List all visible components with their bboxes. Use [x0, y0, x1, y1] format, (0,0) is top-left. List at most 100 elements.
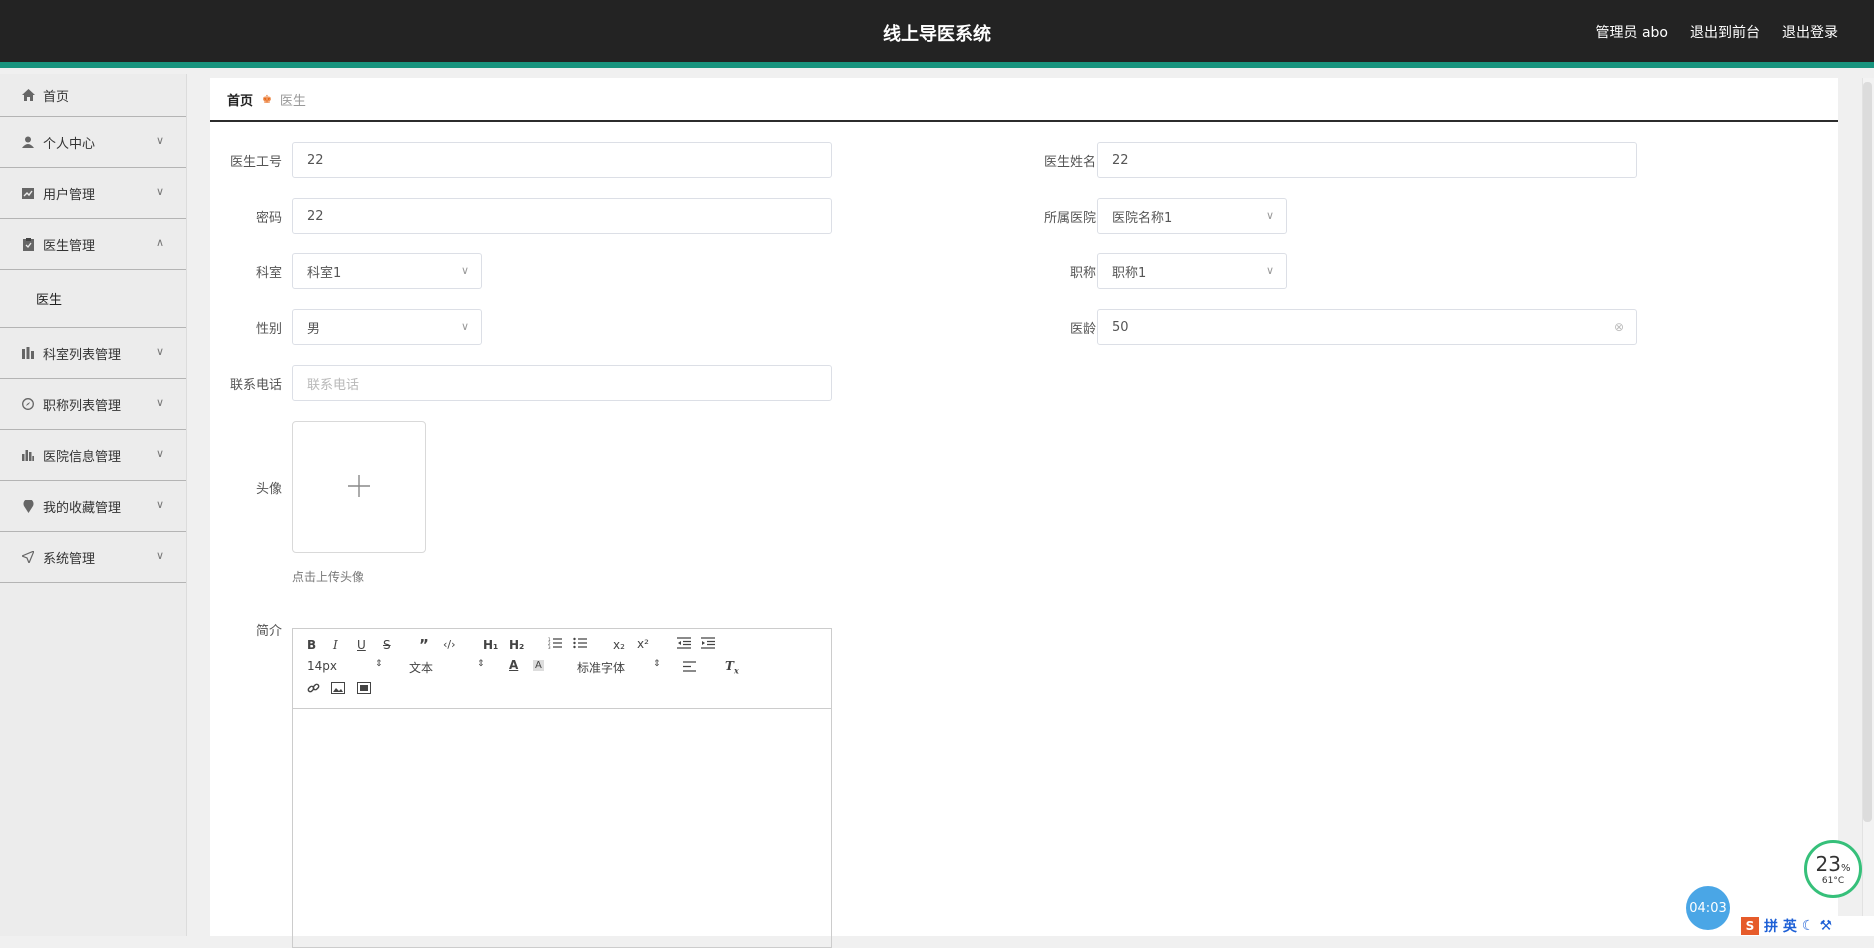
h1-icon[interactable]: H₁ [483, 638, 498, 652]
cpu-unit: % [1840, 863, 1851, 874]
bar-icon [21, 346, 35, 360]
doctor-no-input[interactable]: 22 [292, 142, 832, 178]
pin-icon [21, 499, 35, 513]
sidebar-item-departments[interactable]: 科室列表管理 ∨ [0, 328, 186, 379]
experience-input[interactable]: 50 ⊗ [1097, 309, 1637, 345]
password-input[interactable]: 22 [292, 198, 832, 234]
ordered-list-icon[interactable]: 123 [548, 637, 562, 652]
logout-link[interactable]: 退出登录 [1782, 22, 1838, 42]
compass-icon [21, 397, 35, 411]
font-color-icon[interactable]: A [509, 658, 518, 672]
password-label: 密码 [255, 211, 282, 226]
main-content: 首页 ♚ 医生 医生工号 22 医生姓名 22 密码 22 所属医院 医院名称1… [210, 78, 1838, 948]
ime-toolbar[interactable]: S 拼 英 ☾ ⚒ [1738, 916, 1874, 936]
scrollbar-thumb[interactable] [1863, 82, 1872, 822]
hospital-label: 所属医院 [1043, 211, 1096, 226]
chevron-down-icon: ∨ [155, 498, 164, 511]
font-size-select[interactable]: 14px ⇕ [307, 659, 383, 673]
sidebar: 首页 个人中心 ∨ 用户管理 ∨ 医生管理 ∧ 医生 科室列表管理 ∨ 职称列表… [0, 74, 187, 936]
chevron-up-icon: ∧ [155, 236, 164, 249]
sort-arrows-icon: ⇕ [477, 659, 485, 669]
text-type-value: 文本 [409, 661, 434, 675]
ime-logo-icon: S [1741, 917, 1759, 935]
hospital-select[interactable]: 医院名称1 ∨ [1097, 198, 1287, 234]
send-icon [21, 550, 35, 564]
chevron-down-icon: ∨ [155, 345, 164, 358]
align-icon[interactable] [683, 661, 696, 675]
editor-body[interactable] [293, 709, 831, 947]
breadcrumb: 首页 ♚ 医生 [210, 78, 1838, 122]
department-select[interactable]: 科室1 ∨ [292, 253, 482, 289]
sidebar-item-favorites[interactable]: 我的收藏管理 ∨ [0, 481, 186, 532]
avatar-upload-button[interactable] [292, 421, 426, 553]
sidebar-item-label: 个人中心 [43, 136, 96, 152]
subscript-icon[interactable]: x₂ [613, 638, 625, 652]
phone-label: 联系电话 [229, 378, 282, 393]
svg-text:3: 3 [548, 645, 551, 649]
code-icon[interactable]: ‹/› [443, 638, 456, 651]
strike-icon[interactable]: S [383, 638, 391, 652]
avatar-label: 头像 [255, 482, 282, 497]
header-links: 管理员 abo 退出到前台 退出登录 [1596, 22, 1838, 42]
doctor-no-label: 医生工号 [229, 155, 282, 170]
video-icon[interactable] [357, 682, 371, 697]
breadcrumb-separator-icon: ♚ [262, 92, 272, 106]
clear-icon[interactable]: ⊗ [1614, 320, 1624, 334]
moon-icon: ☾ [1801, 918, 1815, 934]
doctor-name-label: 医生姓名 [1043, 155, 1096, 170]
sidebar-item-personal[interactable]: 个人中心 ∨ [0, 117, 186, 168]
editor-toolbar: B I U S ” ‹/› H₁ H₂ 123 x₂ x² 14px ⇕ 文本 … [293, 629, 831, 709]
plus-icon [348, 470, 370, 505]
blockquote-icon[interactable]: ” [419, 636, 429, 654]
doctor-name-input[interactable]: 22 [1097, 142, 1637, 178]
sidebar-item-users[interactable]: 用户管理 ∨ [0, 168, 186, 219]
chevron-down-icon: ∨ [155, 185, 164, 198]
title-select[interactable]: 职称1 ∨ [1097, 253, 1287, 289]
clear-format-icon[interactable]: Tx [725, 659, 739, 675]
underline-icon[interactable]: U [357, 638, 366, 652]
home-icon [21, 88, 35, 102]
user-icon [21, 135, 35, 149]
image-icon[interactable] [331, 682, 345, 697]
gender-select-value: 男 [307, 321, 321, 337]
chevron-down-icon: ∨ [1265, 264, 1274, 277]
bullet-list-icon[interactable] [573, 637, 587, 652]
sidebar-item-label: 医生管理 [43, 238, 96, 254]
gender-select[interactable]: 男 ∨ [292, 309, 482, 345]
breadcrumb-home[interactable]: 首页 [227, 90, 253, 109]
h2-icon[interactable]: H₂ [509, 638, 524, 652]
sort-arrows-icon: ⇕ [375, 659, 383, 669]
sidebar-item-home[interactable]: 首页 [0, 74, 186, 117]
user-label: 管理员 abo [1595, 25, 1668, 41]
font-size-value: 14px [307, 659, 337, 673]
text-type-select[interactable]: 文本 ⇕ [409, 659, 485, 676]
sidebar-subitem-label: 医生 [36, 293, 63, 308]
front-link[interactable]: 退出到前台 [1690, 22, 1760, 42]
avatar-upload-hint: 点击上传头像 [292, 570, 365, 584]
clock-widget: 04:03 [1686, 886, 1730, 930]
sidebar-item-system[interactable]: 系统管理 ∨ [0, 532, 186, 583]
outdent-icon[interactable] [677, 637, 691, 652]
chevron-down-icon: ∨ [155, 447, 164, 460]
phone-input[interactable]: 联系电话 [292, 365, 832, 401]
title-label: 职称 [1069, 266, 1096, 281]
clipboard-icon [21, 237, 35, 251]
indent-icon[interactable] [701, 637, 715, 652]
font-family-select[interactable]: 标准字体 ⇕ [577, 659, 661, 676]
sidebar-subitem-doctor[interactable]: 医生 [0, 270, 186, 328]
sidebar-item-doctors[interactable]: 医生管理 ∧ [0, 219, 186, 270]
sidebar-item-titles[interactable]: 职称列表管理 ∨ [0, 379, 186, 430]
font-family-value: 标准字体 [577, 661, 626, 675]
superscript-icon[interactable]: x² [637, 637, 649, 651]
department-select-value: 科室1 [307, 265, 342, 281]
sidebar-item-hospitals[interactable]: 医院信息管理 ∨ [0, 430, 186, 481]
wrench-icon: ⚒ [1819, 918, 1832, 934]
sidebar-item-label: 医院信息管理 [43, 449, 122, 465]
chevron-down-icon: ∨ [155, 549, 164, 562]
cpu-gauge: 23% 61°C [1804, 840, 1862, 898]
bold-icon[interactable]: B [307, 638, 316, 652]
link-icon[interactable] [307, 682, 320, 698]
background-color-icon[interactable]: A [533, 660, 544, 671]
cpu-temperature: 61°C [1821, 876, 1845, 886]
italic-icon[interactable]: I [333, 638, 338, 652]
